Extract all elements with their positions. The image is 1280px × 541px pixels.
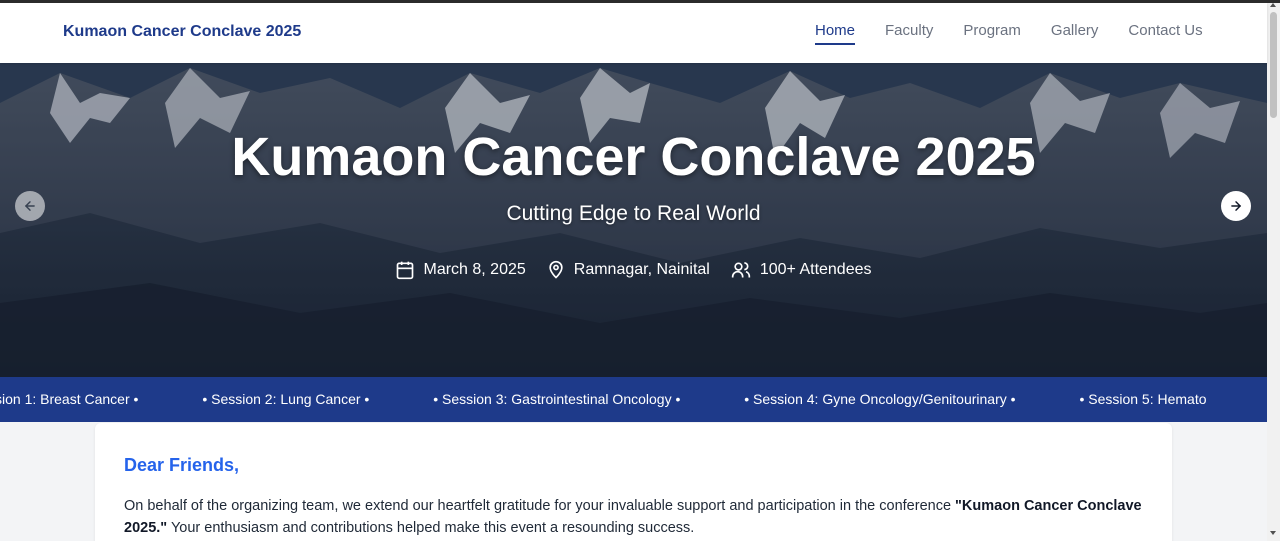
scroll-down-arrow-icon[interactable] — [1270, 531, 1276, 535]
session-ticker: ssion 1: Breast Cancer • • Session 2: Lu… — [0, 377, 1267, 422]
hero-banner: Kumaon Cancer Conclave 2025 Cutting Edge… — [0, 63, 1267, 377]
nav-faculty-link[interactable]: Faculty — [885, 22, 933, 45]
event-location: Ramnagar, Nainital — [546, 260, 710, 280]
site-brand[interactable]: Kumaon Cancer Conclave 2025 — [63, 23, 301, 41]
scrollbar-thumb[interactable] — [1270, 12, 1277, 118]
nav-program-link[interactable]: Program — [963, 22, 1021, 45]
ticker-item: • Session 5: Hemato — [1079, 391, 1207, 407]
letter-body: On behalf of the organizing team, we ext… — [124, 495, 1143, 539]
hero-title: Kumaon Cancer Conclave 2025 — [231, 127, 1036, 187]
ticker-item: ssion 1: Breast Cancer • — [0, 391, 139, 407]
page-scrollbar[interactable] — [1267, 0, 1280, 541]
nav-home-link[interactable]: Home — [815, 22, 856, 45]
ticker-item: • Session 4: Gyne Oncology/Genitourinary… — [744, 391, 1016, 407]
ticker-item: • Session 3: Gastrointestinal Oncology • — [433, 391, 681, 407]
window-top-border — [0, 0, 1280, 3]
ticker-item: • Session 2: Lung Cancer • — [202, 391, 370, 407]
arrow-left-icon — [24, 201, 35, 211]
nav-gallery-link[interactable]: Gallery — [1051, 22, 1099, 45]
users-icon — [731, 262, 751, 278]
carousel-prev-button[interactable] — [15, 191, 45, 221]
map-pin-icon — [549, 260, 563, 279]
scroll-up-arrow-icon[interactable] — [1270, 3, 1276, 7]
event-meta: March 8, 2025 Ramnagar, Nainital 100+ At… — [0, 260, 1267, 280]
nav-contact-link[interactable]: Contact Us — [1128, 22, 1202, 45]
welcome-letter-card: Dear Friends, On behalf of the organizin… — [95, 423, 1172, 541]
event-attendees: 100+ Attendees — [730, 260, 872, 280]
event-attendees-text: 100+ Attendees — [759, 261, 872, 278]
navbar: Kumaon Cancer Conclave 2025 Home Faculty… — [0, 3, 1267, 63]
calendar-icon — [397, 261, 414, 280]
event-location-text: Ramnagar, Nainital — [573, 261, 710, 278]
event-date: March 8, 2025 — [395, 260, 526, 280]
main-nav: Home Faculty Program Gallery Contact Us — [815, 22, 1233, 45]
carousel-next-button[interactable] — [1221, 191, 1251, 221]
hero-subtitle: Cutting Edge to Real World — [506, 202, 761, 225]
letter-greeting: Dear Friends, — [124, 455, 240, 475]
letter-text-before: On behalf of the organizing team, we ext… — [124, 498, 956, 514]
event-date-text: March 8, 2025 — [423, 261, 526, 278]
ticker-track: ssion 1: Breast Cancer • • Session 2: Lu… — [0, 391, 1267, 407]
arrow-right-icon — [1231, 201, 1242, 211]
letter-text-after: Your enthusiasm and contributions helped… — [167, 520, 695, 536]
